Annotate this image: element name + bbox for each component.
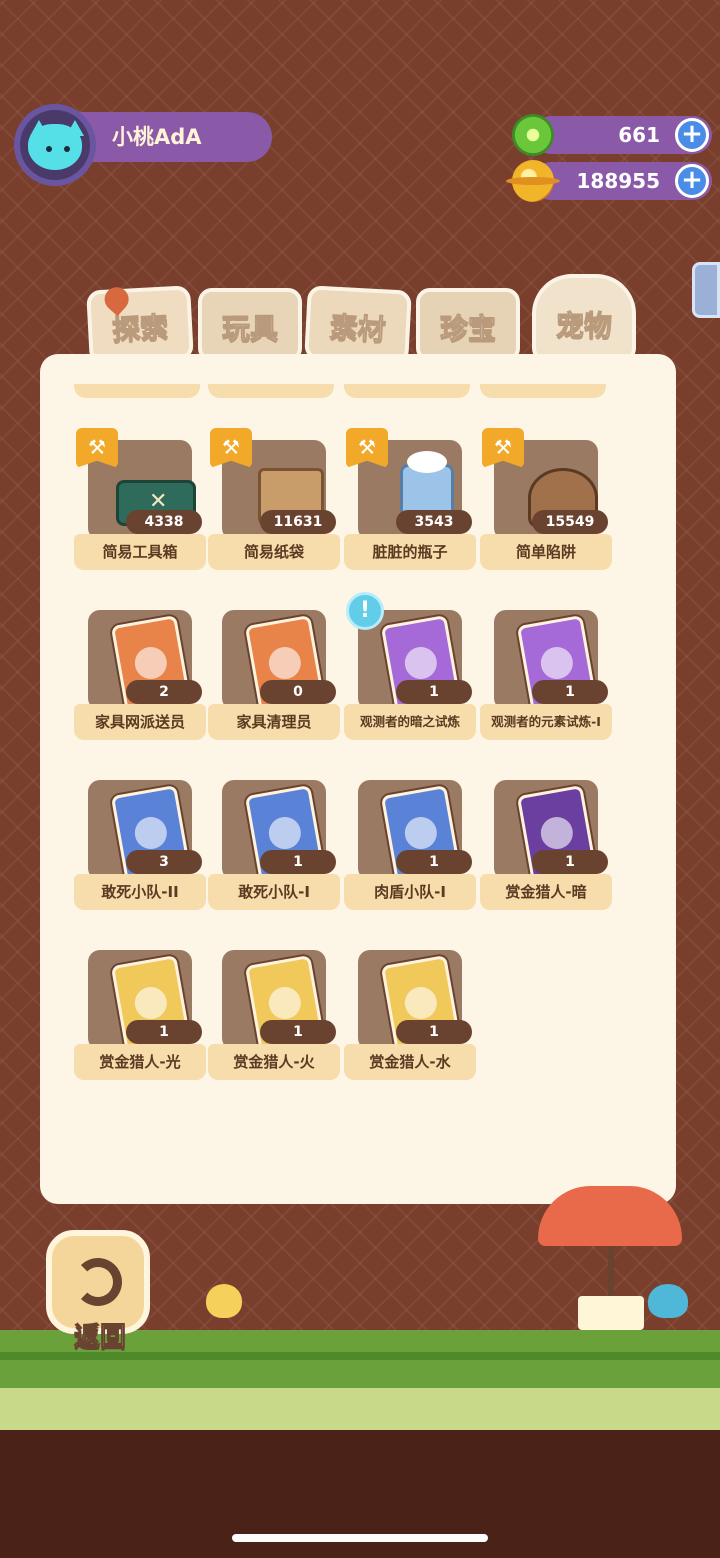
item-count: 1 [532, 680, 608, 704]
tab-treasure-label: 珍宝 [439, 312, 496, 346]
inventory-item[interactable]: 0 家具清理员 [208, 606, 340, 740]
item-count: 2 [126, 680, 202, 704]
sleeping-slime-pet-icon[interactable] [648, 1284, 688, 1318]
inventory-item[interactable]: ⚒ 11631 简易纸袋 [208, 428, 340, 570]
inventory-item[interactable]: 1 肉盾小队-I [344, 776, 476, 910]
side-drawer-tab[interactable] [692, 262, 720, 318]
inventory-item[interactable]: 1 赏金猎人-光 [74, 946, 206, 1080]
inventory-item[interactable]: 1 赏金猎人-暗 [480, 776, 612, 910]
item-label: 简易纸袋 [208, 534, 340, 570]
item-count: 0 [260, 680, 336, 704]
item-count: 1 [396, 680, 472, 704]
inventory-item[interactable]: 3 敢死小队-II [74, 776, 206, 910]
item-count: 1 [260, 1020, 336, 1044]
tab-treasure[interactable]: 珍宝 [416, 288, 520, 362]
back-arrow-icon [74, 1258, 122, 1306]
tab-pet[interactable]: 宠物 [532, 274, 636, 362]
inventory-item[interactable]: ⚒ 3543 脏脏的瓶子 [344, 428, 476, 570]
sand-layer [0, 1388, 720, 1432]
item-count: 15549 [532, 510, 608, 534]
gold-coin-icon [506, 160, 560, 202]
item-count: 1 [396, 1020, 472, 1044]
avatar[interactable] [14, 104, 96, 186]
item-label-stub [480, 384, 606, 398]
item-count: 1 [396, 850, 472, 874]
tab-pet-label: 宠物 [555, 309, 612, 343]
gem-currency: 661 + [512, 114, 712, 156]
item-count: 4338 [126, 510, 202, 534]
tab-material-label: 素材 [328, 310, 387, 347]
inventory-item[interactable]: 1 敢死小队-I [208, 776, 340, 910]
tab-explore-label: 探索 [111, 310, 170, 347]
item-label: 赏金猎人-光 [74, 1044, 206, 1080]
cat-avatar-icon [28, 124, 82, 170]
item-count: 1 [126, 1020, 202, 1044]
item-label: 赏金猎人-水 [344, 1044, 476, 1080]
item-label-stub [208, 384, 334, 398]
inventory-panel[interactable]: ⚒ 4338 简易工具箱 ⚒ 11631 简易纸袋 ⚒ 3543 脏脏的瓶子 ⚒… [40, 354, 676, 1204]
inventory-item[interactable]: 2 家具网派送员 [74, 606, 206, 740]
inventory-item[interactable]: 1 赏金猎人-火 [208, 946, 340, 1080]
item-count: 11631 [260, 510, 336, 534]
inventory-item[interactable]: ⚒ 15549 简单陷阱 [480, 428, 612, 570]
item-label: 脏脏的瓶子 [344, 534, 476, 570]
item-label: 赏金猎人-火 [208, 1044, 340, 1080]
cafe-table-icon [578, 1296, 644, 1330]
item-count: 3 [126, 850, 202, 874]
inventory-item[interactable]: 1 观测者的元素试炼-I [480, 606, 612, 740]
grass-stripe [0, 1352, 720, 1360]
tab-toy[interactable]: 玩具 [198, 288, 302, 362]
item-label-stub [74, 384, 200, 398]
item-label: 观测者的元素试炼-I [480, 704, 612, 740]
inventory-tabs: 探索 玩具 素材 珍宝 宠物 [80, 270, 640, 365]
item-label-stub [344, 384, 470, 398]
item-label: 赏金猎人-暗 [480, 874, 612, 910]
item-count: 3543 [396, 510, 472, 534]
item-label: 敢死小队-II [74, 874, 206, 910]
add-gold-button[interactable]: + [675, 164, 709, 198]
item-label: 家具清理员 [208, 704, 340, 740]
tab-explore[interactable]: 探索 [86, 282, 194, 365]
item-label: 简单陷阱 [480, 534, 612, 570]
item-label: 敢死小队-I [208, 874, 340, 910]
alert-icon: ! [346, 592, 384, 630]
previous-row-stubs [74, 384, 616, 400]
tab-material[interactable]: 素材 [304, 285, 412, 365]
map-pin-icon [99, 282, 134, 317]
avatar-eye [46, 146, 52, 152]
item-label: 肉盾小队-I [344, 874, 476, 910]
player-profile[interactable]: 小桃AdA [14, 104, 272, 186]
tab-toy-label: 玩具 [221, 312, 278, 346]
add-gem-button[interactable]: + [675, 118, 709, 152]
chick-pet-icon[interactable] [206, 1284, 242, 1318]
back-button-label[interactable]: 返回 [58, 1316, 142, 1353]
inventory-item[interactable]: ⚒ 4338 简易工具箱 [74, 428, 206, 570]
inventory-item[interactable]: ! 1 观测者的暗之试炼 [344, 592, 476, 740]
home-indicator[interactable] [232, 1534, 488, 1542]
gem-icon [512, 114, 554, 156]
inventory-item[interactable]: 1 赏金猎人-水 [344, 946, 476, 1080]
gold-currency: 188955 + [506, 160, 712, 202]
item-count: 1 [260, 850, 336, 874]
item-label: 观测者的暗之试炼 [344, 704, 476, 740]
item-count: 1 [532, 850, 608, 874]
avatar-eye [64, 146, 70, 152]
item-label: 家具网派送员 [74, 704, 206, 740]
item-label: 简易工具箱 [74, 534, 206, 570]
